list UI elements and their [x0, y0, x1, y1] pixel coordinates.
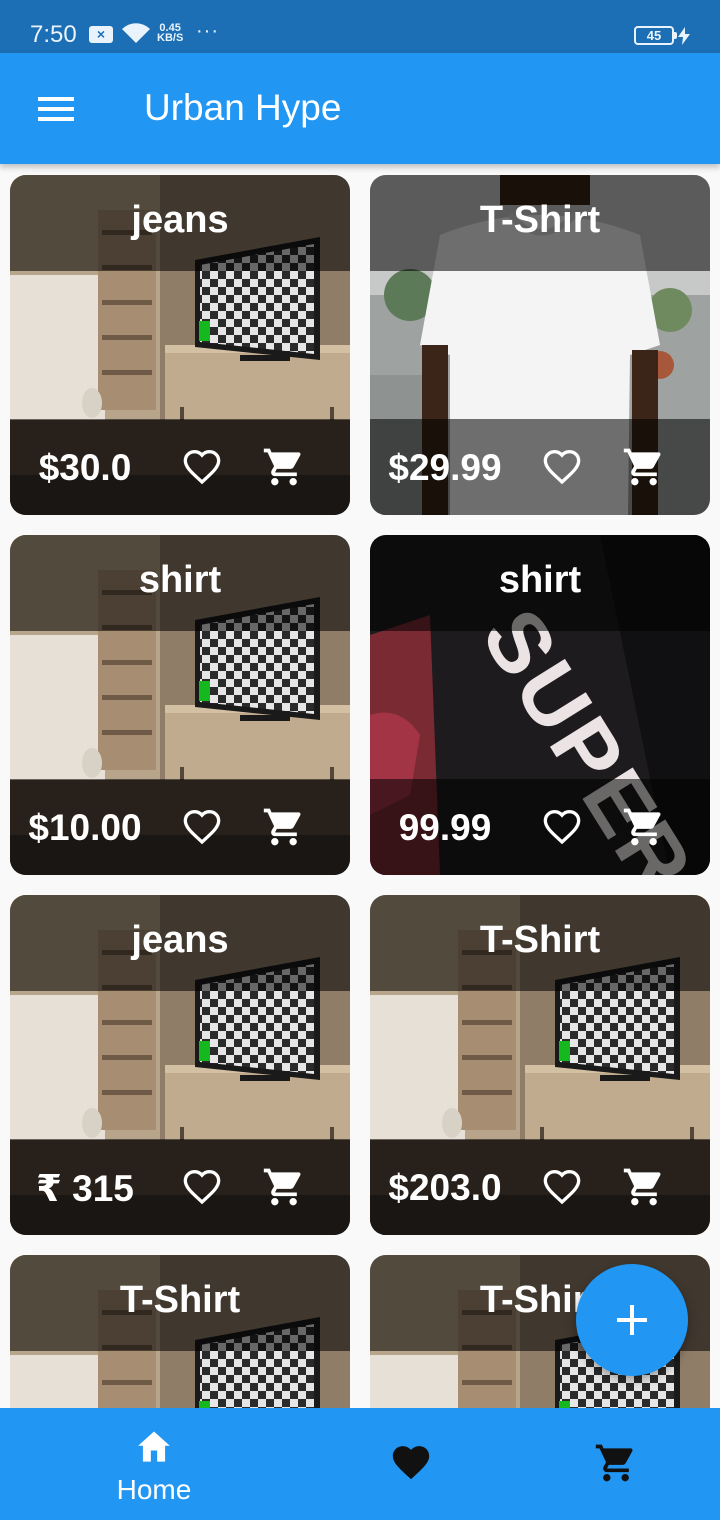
product-price: $203.0 [388, 1167, 502, 1208]
wifi-icon [122, 23, 150, 43]
more-notifications-icon: ··· [196, 20, 219, 42]
network-speed: 0.45 KB/S [157, 23, 184, 44]
favorite-icon[interactable] [540, 447, 584, 487]
nav-item-favorites[interactable] [290, 1408, 530, 1520]
favorite-icon[interactable] [540, 1167, 584, 1207]
product-card[interactable]: T-Shirt $29.99 [370, 175, 710, 515]
product-title: jeans [131, 919, 229, 961]
app-bar: Urban Hype [0, 53, 720, 164]
product-card[interactable]: shirt 99.99 [370, 535, 710, 875]
add-to-cart-icon[interactable] [262, 445, 306, 489]
product-title: T-Shirt [479, 199, 601, 241]
status-time: 7:50 [30, 21, 77, 48]
add-to-cart-icon[interactable] [262, 805, 306, 849]
charging-icon [678, 27, 690, 45]
favorite-icon[interactable] [540, 807, 584, 847]
product-card[interactable]: T-Shirt [10, 1255, 350, 1408]
status-bar: 7:50 × 0.45 KB/S ··· 45 [0, 0, 720, 53]
product-title: T-Shirt [119, 1279, 241, 1321]
product-price: ₹ 315 [36, 1168, 134, 1209]
favorite-icon[interactable] [180, 807, 224, 847]
product-card[interactable]: shirt $10.00 [10, 535, 350, 875]
product-card[interactable]: T-Shirt $203.0 [370, 895, 710, 1235]
product-footer: $203.0 [370, 1139, 710, 1235]
product-price: $30.0 [38, 447, 132, 488]
nav-item-home[interactable]: Home [34, 1408, 274, 1520]
product-price: $10.00 [28, 807, 142, 848]
notification-icon: × [89, 26, 113, 43]
product-card[interactable]: jeans ₹ 315 [10, 895, 350, 1235]
add-to-cart-icon[interactable] [622, 1165, 666, 1209]
menu-icon[interactable] [38, 97, 74, 121]
nav-item-cart[interactable] [495, 1408, 720, 1520]
product-title: shirt [138, 559, 222, 601]
add-product-button[interactable] [576, 1264, 688, 1376]
heart-icon [392, 1446, 430, 1480]
product-footer: $10.00 [10, 779, 350, 875]
bottom-navigation: Home [0, 1408, 720, 1520]
product-footer: $29.99 [370, 419, 710, 515]
menu-icon-line [38, 107, 74, 111]
product-title: shirt [498, 559, 582, 601]
add-to-cart-icon[interactable] [262, 1165, 306, 1209]
product-card[interactable]: jeans $30.0 [10, 175, 350, 515]
app-title: Urban Hype [144, 87, 342, 128]
product-footer: 99.99 [370, 779, 710, 875]
cart-icon [595, 1444, 633, 1482]
product-title: jeans [131, 199, 229, 241]
product-footer: ₹ 315 [10, 1139, 350, 1235]
product-price: 99.99 [398, 807, 492, 848]
home-icon [138, 1431, 170, 1462]
favorite-icon[interactable] [180, 1167, 224, 1207]
product-grid: jeans $30.0 T-Shirt $29.99 shirt $10.00 … [0, 164, 720, 1408]
nav-home-label: Home [116, 1474, 192, 1505]
menu-icon-line [38, 97, 74, 101]
add-to-cart-icon[interactable] [622, 805, 666, 849]
product-price: $29.99 [388, 447, 502, 488]
product-title: T-Shirt [479, 919, 601, 961]
add-to-cart-icon[interactable] [622, 445, 666, 489]
product-footer: $30.0 [10, 419, 350, 515]
battery-icon: 45 [634, 26, 677, 45]
network-speed-unit: KB/S [157, 32, 184, 44]
menu-icon-line [38, 117, 74, 121]
favorite-icon[interactable] [180, 447, 224, 487]
